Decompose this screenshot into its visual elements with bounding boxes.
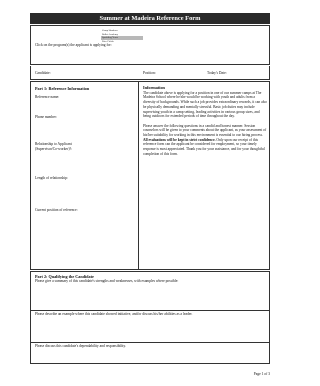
part1-section: Part 1: Reference Information Reference … bbox=[30, 81, 270, 270]
program-option[interactable]: Dive Fields bbox=[101, 40, 143, 44]
part2-section: Part 2: Qualifying the Candidate Please … bbox=[30, 271, 270, 364]
relationship-field-hint: (Supervisor/Co-worker)?: bbox=[35, 147, 73, 151]
initiative-question: Please describe an example where this ca… bbox=[35, 312, 193, 316]
divider bbox=[31, 342, 269, 343]
program-prompt: Click on the program(s) the applicant is… bbox=[35, 43, 112, 47]
information-paragraph: Please answer the following questions in… bbox=[143, 124, 267, 157]
relationship-field[interactable]: Relationship to Applicant bbox=[35, 142, 72, 147]
dependability-question: Please discuss this candidate's dependab… bbox=[35, 344, 126, 348]
current-position-field[interactable]: Current position of reference: bbox=[35, 208, 78, 213]
page-number: Page 1 of 3 bbox=[253, 372, 270, 376]
position-label: Position: bbox=[143, 71, 156, 75]
part1-heading: Part 1: Reference Information bbox=[35, 86, 90, 91]
phone-number-field[interactable]: Phone number: bbox=[35, 115, 57, 120]
reference-info-column: Part 1: Reference Information Reference … bbox=[31, 82, 139, 269]
length-relationship-field[interactable]: Length of relationship: bbox=[35, 176, 68, 181]
date-label: Today's Date: bbox=[207, 71, 227, 75]
program-listbox[interactable]: Camp Shadows Ballet Academy Sparkling Ye… bbox=[101, 29, 143, 43]
reference-form-page: Summer at Madeira Reference Form Click o… bbox=[30, 13, 270, 376]
program-selection-row: Click on the program(s) the applicant is… bbox=[30, 25, 270, 65]
reference-name-field[interactable]: Reference name: bbox=[35, 95, 59, 100]
confidentiality-note: All evaluations will be kept in strict c… bbox=[143, 137, 216, 142]
candidate-label: Candidate: bbox=[35, 71, 51, 75]
divider bbox=[31, 310, 269, 311]
form-title: Summer at Madeira Reference Form bbox=[30, 13, 270, 24]
strengths-question: Please give a summary of this candidate'… bbox=[35, 279, 179, 283]
candidate-row: Candidate: Position: Today's Date: bbox=[30, 66, 270, 80]
information-panel: Information The candidate above is apply… bbox=[143, 85, 267, 161]
information-paragraph: The candidate above is applying for a po… bbox=[143, 90, 267, 119]
instructions-text: Please answer the following questions in… bbox=[143, 123, 267, 137]
